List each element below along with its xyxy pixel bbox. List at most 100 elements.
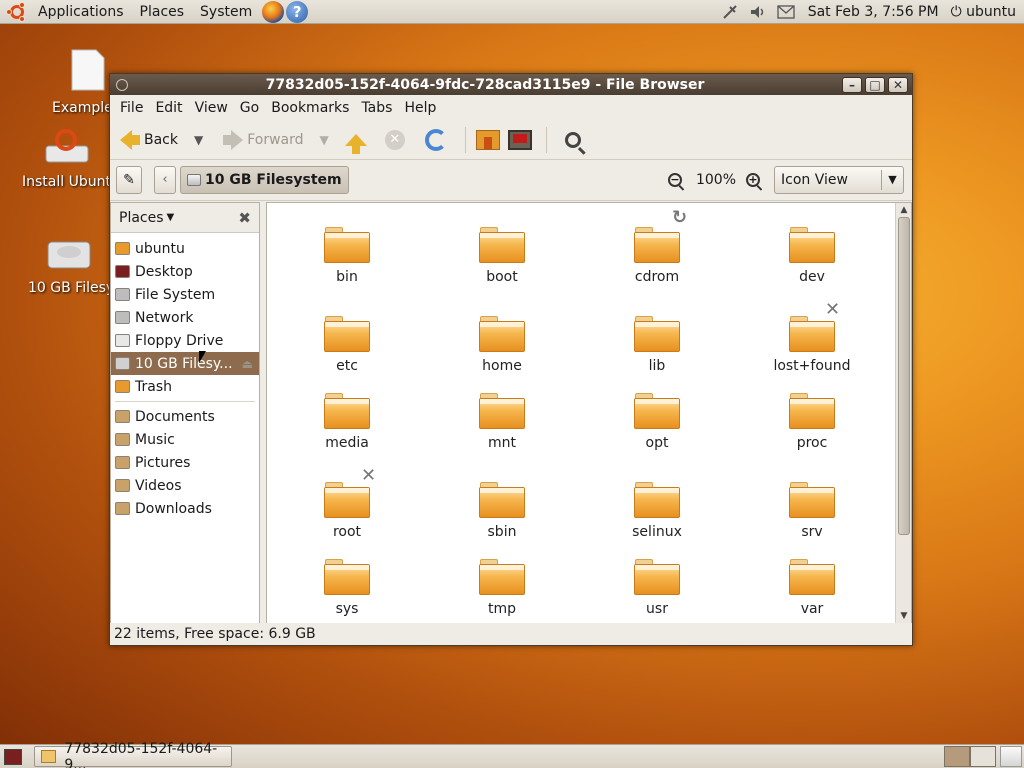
- taskbar-window-button[interactable]: 77832d05-152f-4064-9...: [34, 741, 232, 768]
- folder-item[interactable]: tmp: [442, 559, 562, 617]
- minimize-button[interactable]: –: [842, 76, 862, 93]
- desktop-icon-install-ubuntu[interactable]: Install Ubuntu: [22, 128, 112, 190]
- up-arrow-icon[interactable]: [344, 133, 367, 154]
- clock[interactable]: Sat Feb 3, 7:56 PM: [800, 4, 951, 20]
- folder-item[interactable]: usr: [597, 559, 717, 617]
- show-desktop-icon[interactable]: [4, 748, 22, 765]
- volume-icon[interactable]: [744, 0, 772, 24]
- applications-menu[interactable]: Applications: [30, 0, 132, 24]
- folder-item[interactable]: dev: [752, 227, 872, 285]
- folder-icon: [789, 316, 835, 352]
- view-mode-select[interactable]: Icon View ▼: [774, 166, 904, 194]
- icon-view[interactable]: ▲ ▼ bin boot cdrom dev etc home lib lost+found m…: [266, 202, 912, 624]
- trash-applet-icon[interactable]: [1000, 746, 1022, 767]
- computer-icon[interactable]: [507, 129, 532, 150]
- sidebar-item-10-gb-filesy[interactable]: 10 GB Filesy... ⏏: [111, 352, 259, 375]
- firefox-icon[interactable]: [262, 0, 285, 23]
- sidebar-header: Places ▼ ✖: [111, 203, 259, 233]
- sidebar-item-desktop[interactable]: Desktop: [111, 260, 259, 283]
- zoom-level[interactable]: 100%: [696, 172, 736, 188]
- workspace-1[interactable]: [944, 746, 970, 767]
- zoom-out-icon[interactable]: −: [667, 173, 682, 187]
- folder-item[interactable]: opt: [597, 393, 717, 451]
- folder-item[interactable]: var: [752, 559, 872, 617]
- path-back-button[interactable]: ‹: [154, 166, 176, 194]
- folder-item[interactable]: boot: [442, 227, 562, 285]
- ubuntu-logo-icon[interactable]: [6, 1, 28, 23]
- help-icon[interactable]: ?: [286, 0, 309, 23]
- home-icon[interactable]: [475, 129, 500, 150]
- sidebar-item-music[interactable]: Music: [111, 428, 259, 451]
- sidebar-item-downloads[interactable]: Downloads: [111, 497, 259, 520]
- close-button[interactable]: ✕: [888, 76, 908, 93]
- folder-label: boot: [486, 269, 518, 285]
- sidebar-type-select[interactable]: Places: [119, 210, 164, 226]
- folder-item[interactable]: proc: [752, 393, 872, 451]
- sidebar-item-pictures[interactable]: Pictures: [111, 451, 259, 474]
- close-sidebar-icon[interactable]: ✖: [238, 209, 251, 227]
- search-icon[interactable]: [564, 131, 581, 148]
- maximize-button[interactable]: □: [865, 76, 885, 93]
- folder-item[interactable]: mnt: [442, 393, 562, 451]
- folder-item[interactable]: lib: [597, 316, 717, 374]
- back-history-dropdown[interactable]: ▼: [194, 133, 203, 147]
- sidebar-item-videos[interactable]: Videos: [111, 474, 259, 497]
- folder-item[interactable]: lost+found: [752, 316, 872, 374]
- sidebar-item-trash[interactable]: Trash: [111, 375, 259, 398]
- back-button[interactable]: Back: [116, 123, 182, 157]
- sidebar-item-documents[interactable]: Documents: [111, 405, 259, 428]
- folder-item[interactable]: cdrom: [597, 227, 717, 285]
- menu-go[interactable]: Go: [234, 100, 265, 116]
- sidebar-item-ubuntu[interactable]: ubuntu: [111, 237, 259, 260]
- chevron-down-icon[interactable]: ▼: [167, 212, 175, 223]
- places-menu[interactable]: Places: [132, 0, 193, 24]
- hard-drive-icon: [47, 241, 91, 269]
- stop-icon[interactable]: ✕: [384, 129, 405, 150]
- folder-item[interactable]: etc: [287, 316, 407, 374]
- menu-file[interactable]: File: [114, 100, 149, 116]
- menu-help[interactable]: Help: [398, 100, 442, 116]
- scrollbar-thumb[interactable]: [898, 217, 910, 535]
- folder-item[interactable]: sys: [287, 559, 407, 617]
- scroll-up-arrow-icon[interactable]: ▲: [896, 203, 911, 217]
- folder-icon: [789, 559, 835, 595]
- folder-label: proc: [796, 435, 828, 451]
- folder-item[interactable]: home: [442, 316, 562, 374]
- toolbar-separator: [464, 126, 466, 153]
- zoom-in-icon[interactable]: +: [746, 173, 760, 187]
- mail-icon[interactable]: [772, 0, 800, 24]
- menu-bookmarks[interactable]: Bookmarks: [265, 100, 355, 116]
- menu-view[interactable]: View: [189, 100, 234, 116]
- folder-label: mnt: [488, 435, 516, 451]
- vertical-scrollbar[interactable]: ▲ ▼: [895, 203, 911, 623]
- reload-icon[interactable]: [424, 128, 447, 151]
- scroll-down-arrow-icon[interactable]: ▼: [896, 609, 911, 623]
- sidebar-item-floppy-drive[interactable]: Floppy Drive: [111, 329, 259, 352]
- toggle-location-entry-button[interactable]: ✎: [116, 166, 142, 194]
- folder-item[interactable]: selinux: [597, 482, 717, 540]
- menu-edit[interactable]: Edit: [149, 100, 188, 116]
- system-menu[interactable]: System: [192, 0, 260, 24]
- menu-tabs[interactable]: Tabs: [355, 100, 398, 116]
- sidebar-item-file-system[interactable]: File System: [111, 283, 259, 306]
- user-menu[interactable]: ⏻ ubuntu: [951, 4, 1024, 20]
- window-titlebar[interactable]: 77832d05-152f-4064-9fdc-728cad3115e9 - F…: [110, 74, 912, 95]
- folder-item[interactable]: media: [287, 393, 407, 451]
- window-menu-icon[interactable]: [116, 78, 128, 91]
- desktop-icon-10gb-filesystem[interactable]: 10 GB Filesystem: [28, 236, 110, 296]
- folder-label: sys: [335, 601, 359, 617]
- folder-item[interactable]: bin: [287, 227, 407, 285]
- workspace-2[interactable]: [970, 746, 996, 767]
- forward-history-dropdown[interactable]: ▼: [320, 133, 329, 147]
- folder-item[interactable]: sbin: [442, 482, 562, 540]
- sidebar-item-label: 10 GB Filesy...: [135, 355, 233, 372]
- folder-item[interactable]: srv: [752, 482, 872, 540]
- folder-item[interactable]: root: [287, 482, 407, 540]
- forward-button[interactable]: Forward: [211, 123, 307, 157]
- network-status-icon[interactable]: [716, 0, 744, 24]
- eject-icon[interactable]: ⏏: [242, 357, 253, 371]
- path-button-current[interactable]: 10 GB Filesystem: [180, 166, 349, 194]
- sidebar-divider: [115, 401, 255, 402]
- sidebar-item-network[interactable]: Network: [111, 306, 259, 329]
- videos-folder-icon: [115, 479, 130, 492]
